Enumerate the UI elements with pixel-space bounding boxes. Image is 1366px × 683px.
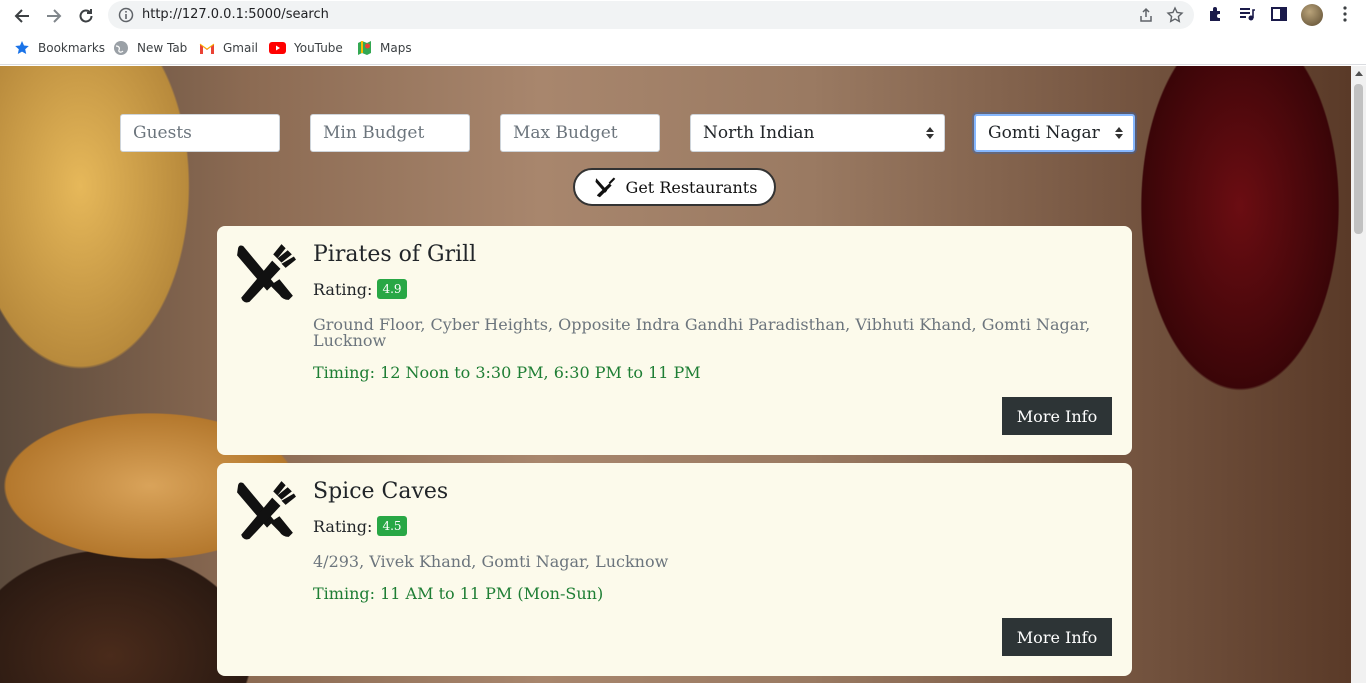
get-restaurants-button[interactable]: Get Restaurants bbox=[573, 168, 776, 206]
page-viewport: Guests Min Budget Max Budget North India… bbox=[0, 66, 1351, 683]
rating-row: Rating: 4.9 bbox=[313, 279, 407, 299]
browser-toolbar: http://127.0.0.1:5000/search bbox=[0, 0, 1366, 32]
profile-avatar[interactable] bbox=[1301, 4, 1323, 26]
get-restaurants-label: Get Restaurants bbox=[625, 177, 758, 197]
rating-label: Rating: bbox=[313, 279, 373, 299]
youtube-icon bbox=[269, 42, 286, 54]
restaurant-timing: Timing: 11 AM to 11 PM (Mon-Sun) bbox=[313, 584, 604, 603]
utensils-icon bbox=[595, 177, 615, 198]
restaurant-timing: Timing: 12 Noon to 3:30 PM, 6:30 PM to 1… bbox=[313, 363, 701, 382]
scroll-up-icon[interactable] bbox=[1355, 71, 1363, 76]
bookmark-maps[interactable]: Maps bbox=[357, 39, 412, 57]
maps-icon bbox=[358, 41, 371, 55]
more-info-button[interactable]: More Info bbox=[1002, 397, 1112, 435]
bookmark-gmail[interactable]: Gmail bbox=[199, 39, 258, 57]
min-budget-placeholder: Min Budget bbox=[323, 123, 425, 143]
restaurant-address: 4/293, Vivek Khand, Gomti Nagar, Lucknow bbox=[313, 552, 669, 571]
restaurant-address: Ground Floor, Cyber Heights, Opposite In… bbox=[313, 315, 1091, 350]
location-select[interactable]: Gomti Nagar bbox=[974, 114, 1135, 152]
scrollbar-thumb[interactable] bbox=[1354, 84, 1363, 234]
bookmark-label: New Tab bbox=[137, 41, 188, 55]
bookmark-label: Maps bbox=[380, 41, 412, 55]
max-budget-placeholder: Max Budget bbox=[513, 123, 618, 143]
max-budget-input[interactable]: Max Budget bbox=[500, 114, 660, 152]
select-caret-icon bbox=[926, 127, 934, 139]
globe-icon bbox=[114, 41, 128, 55]
restaurant-name: Pirates of Grill bbox=[313, 242, 477, 267]
more-info-button[interactable]: More Info bbox=[1002, 618, 1112, 656]
guests-input[interactable]: Guests bbox=[120, 114, 280, 152]
address-bar[interactable]: http://127.0.0.1:5000/search bbox=[108, 1, 1194, 29]
forward-icon[interactable] bbox=[42, 4, 66, 28]
restaurant-name: Spice Caves bbox=[313, 479, 449, 504]
bookmark-star-icon[interactable] bbox=[1166, 6, 1184, 28]
extensions-icon[interactable] bbox=[1207, 5, 1225, 27]
cuisine-select[interactable]: North Indian bbox=[690, 114, 945, 152]
bookmarks-bar: Bookmarks New Tab Gmail YouTube Maps bbox=[0, 32, 1366, 65]
back-icon[interactable] bbox=[10, 4, 34, 28]
rating-row: Rating: 4.5 bbox=[313, 516, 407, 536]
bookmark-label: Gmail bbox=[223, 41, 259, 55]
gmail-icon bbox=[199, 43, 215, 54]
site-info-icon[interactable] bbox=[118, 7, 134, 27]
location-value: Gomti Nagar bbox=[988, 123, 1100, 143]
star-icon bbox=[15, 41, 29, 54]
page-scrollbar[interactable] bbox=[1351, 66, 1366, 683]
bookmark-new-tab[interactable]: New Tab bbox=[113, 39, 187, 57]
restaurant-utensils-icon bbox=[235, 479, 297, 545]
min-budget-input[interactable]: Min Budget bbox=[310, 114, 470, 152]
rating-badge: 4.9 bbox=[377, 279, 407, 299]
bookmark-label: Bookmarks bbox=[38, 41, 106, 55]
rating-badge: 4.5 bbox=[377, 516, 407, 536]
restaurant-card: Spice Caves Rating: 4.5 4/293, Vivek Kha… bbox=[217, 463, 1132, 676]
bookmark-bookmarks[interactable]: Bookmarks bbox=[14, 39, 105, 57]
media-control-icon[interactable] bbox=[1238, 5, 1256, 27]
guests-placeholder: Guests bbox=[133, 123, 192, 143]
cuisine-value: North Indian bbox=[703, 123, 815, 143]
restaurant-utensils-icon bbox=[235, 242, 297, 308]
menu-icon[interactable] bbox=[1336, 5, 1354, 27]
side-panel-icon[interactable] bbox=[1270, 5, 1288, 27]
rating-label: Rating: bbox=[313, 516, 373, 536]
url-text: http://127.0.0.1:5000/search bbox=[142, 7, 329, 22]
select-caret-icon bbox=[1115, 127, 1123, 139]
share-icon[interactable] bbox=[1138, 7, 1154, 27]
bookmark-label: YouTube bbox=[294, 41, 343, 55]
restaurant-card: Pirates of Grill Rating: 4.9 Ground Floo… bbox=[217, 226, 1132, 455]
reload-icon[interactable] bbox=[74, 4, 98, 28]
bookmark-youtube[interactable]: YouTube bbox=[269, 39, 343, 57]
